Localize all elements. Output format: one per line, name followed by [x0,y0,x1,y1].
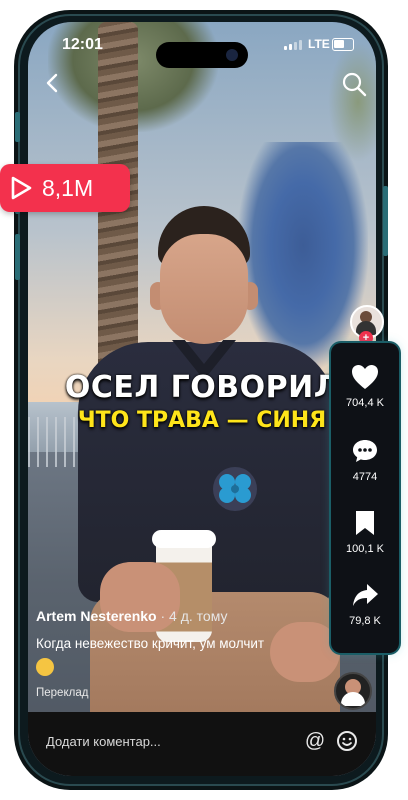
clover-brooch-icon [213,467,257,511]
video-screen[interactable]: 12:01 LTE ОСЕЛ ГОВОРИЛ ЧТО ТРАВА — СИНЯ … [28,22,376,776]
face [160,234,248,344]
dynamic-island [156,42,248,68]
video-person [70,192,340,762]
heart-icon [352,365,378,389]
comment-button[interactable]: 4774 [331,437,399,483]
back-arrow-icon[interactable] [38,68,68,98]
signal-icon [284,40,302,50]
author-name[interactable]: Artem Nesterenko [36,608,157,624]
phone-side-button [15,112,20,142]
status-bar: 12:01 LTE [28,30,376,68]
like-button[interactable]: 704,4 K [331,363,399,409]
comment-count: 4774 [352,471,378,483]
comment-bar: Додати коментар... @ [28,712,376,776]
network-label: LTE [308,37,330,51]
comment-bubble-icon [353,440,377,462]
shushing-emoji-icon [36,658,54,676]
share-count: 79,8 K [349,615,381,627]
camera-icon [226,49,238,61]
phone-power-button [383,186,388,256]
mention-icon[interactable]: @ [300,726,330,756]
comment-input[interactable]: Додати коментар... [46,734,161,749]
video-caption-line-1: ОСЕЛ ГОВОРИЛ [64,370,340,405]
post-time: · 4 д. тому [160,608,228,624]
post-description: Когда невежество кричит, ум молчит [36,636,265,651]
share-arrow-icon [353,584,378,606]
emoji-icon[interactable] [332,726,362,756]
views-count: 8,1M [42,174,94,201]
action-panel: 704,4 K 4774 100,1 K 79,8 K [331,343,399,653]
share-button[interactable]: 79,8 K [331,581,399,627]
views-badge: 8,1M [0,164,130,212]
bookmark-icon [356,511,374,535]
play-icon [0,164,42,212]
music-disc-avatar[interactable] [334,672,372,710]
search-icon[interactable] [340,70,368,98]
video-caption-line-2: ЧТО ТРАВА — СИНЯ [77,408,327,433]
tree-top-right [328,42,376,162]
save-button[interactable]: 100,1 K [331,509,399,555]
post-meta: Artem Nesterenko · 4 д. тому [36,608,228,624]
battery-icon [332,38,354,51]
phone-volume-down-button [15,234,20,280]
like-count: 704,4 K [346,397,384,409]
save-count: 100,1 K [346,543,384,555]
hand [270,622,340,682]
translate-link[interactable]: Переклад [36,687,88,699]
coffee-cup-lid [152,530,216,548]
status-time: 12:01 [62,36,103,53]
